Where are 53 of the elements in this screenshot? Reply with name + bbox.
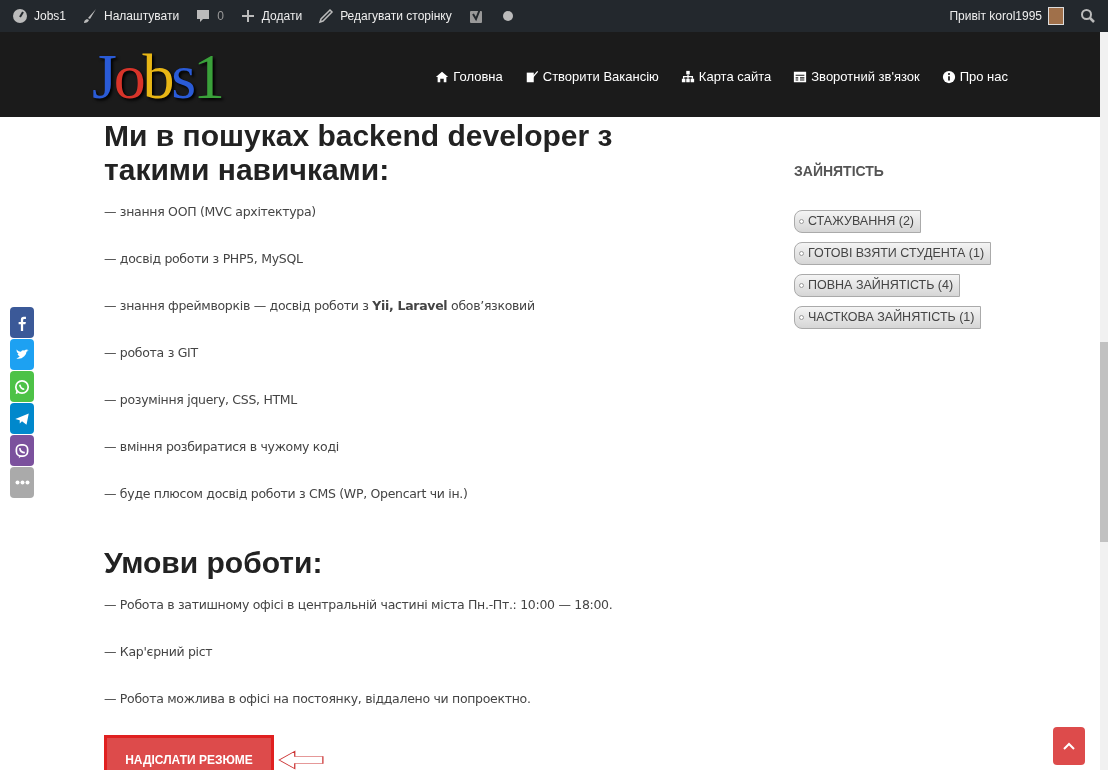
info-icon xyxy=(941,69,956,84)
y-logo-icon[interactable] xyxy=(467,8,484,24)
list-text: — досвід роботи з PHP5, MySQL xyxy=(104,250,304,268)
section-heading: Умови роботи: xyxy=(104,546,324,580)
plus-link[interactable]: Додати xyxy=(239,7,303,25)
nav-link[interactable]: Створити Вакансію xyxy=(524,66,659,87)
ellipsis-icon xyxy=(14,480,30,485)
list-text: — робота з GIT xyxy=(104,344,200,362)
site-link[interactable]: Jobs1 xyxy=(12,7,67,25)
list-text: — розуміння jquery, CSS, HTML xyxy=(104,391,298,409)
tag-link[interactable]: ПОВНА ЗАЙНЯТІСТЬ (4) xyxy=(794,274,961,297)
nav-link[interactable]: Головна xyxy=(435,66,503,87)
list-text: — вміння розбиратися в чужому коді xyxy=(104,438,340,456)
scroll-top-button[interactable] xyxy=(1053,727,1085,765)
nav-link[interactable]: Про нас xyxy=(941,66,1008,87)
twitter-share-button[interactable] xyxy=(10,339,34,370)
apply-button[interactable]: НАДІСЛАТИ РЕЗЮМЕ xyxy=(104,735,274,770)
list-text: — Робота можлива в офісі на постоянку, віддалено чи попроектно. xyxy=(104,690,532,708)
speech-bubble-icon xyxy=(195,8,212,24)
sidebar-title: ЗАЙНЯТІСТЬ xyxy=(794,161,885,181)
section-heading: Ми в пошуках backend developer з такими навичками: xyxy=(104,119,614,187)
note-pencil-icon xyxy=(524,69,539,84)
list-text: — знання фреймворків — досвід роботи з Yii, Laravel обов’язковий xyxy=(104,297,536,315)
avatar-placeholder xyxy=(1048,7,1064,25)
list-card-icon xyxy=(793,69,808,84)
nav-link[interactable]: Карта сайта xyxy=(680,66,772,87)
tag-link[interactable]: ЧАСТКОВА ЗАЙНЯТІСТЬ (1) xyxy=(794,306,982,329)
plus-icon xyxy=(239,8,256,24)
chevron-up-icon xyxy=(1063,742,1075,750)
tag-link[interactable]: СТАЖУВАННЯ (2) xyxy=(794,210,922,233)
house-icon xyxy=(435,69,450,84)
dashboard-icon xyxy=(12,8,28,24)
list-text: — Робота в затишному офісі в центральній частині міста Пн.-Пт.: 10:00 — 18:00. xyxy=(104,596,614,614)
speech-bubble-link[interactable]: 0 xyxy=(195,7,224,25)
list-text: — знання ООП (MVC архітектура) xyxy=(104,203,317,221)
telegram-share-button[interactable] xyxy=(10,403,34,434)
pencil-link[interactable]: Редагувати сторінку xyxy=(318,7,452,25)
viber-share-button[interactable] xyxy=(10,435,34,466)
search-icon[interactable] xyxy=(1080,8,1096,24)
facebook-share-button[interactable] xyxy=(10,307,34,338)
phone-bubble-icon xyxy=(13,441,31,460)
brush-link[interactable]: Налаштувати xyxy=(82,7,180,25)
list-text: — буде плюсом досвід роботи з CMS (WP, Opencart чи ін.) xyxy=(104,485,469,503)
tag-link[interactable]: ГОТОВІ ВЗЯТИ СТУДЕНТА (1) xyxy=(794,242,992,265)
greeting-link[interactable]: Привіт korol1995 xyxy=(949,7,1064,25)
list-text: — Кар'єрний ріст xyxy=(104,643,214,661)
pencil-icon xyxy=(318,8,335,24)
logo[interactable]: Jobs1 xyxy=(92,44,222,109)
phone-bubble-icon xyxy=(13,377,31,396)
scrollbar[interactable] xyxy=(1100,32,1108,770)
nav-link[interactable]: Зворотний зв'язок xyxy=(793,66,920,87)
hierarchy-icon xyxy=(680,69,695,84)
whatsapp-share-button[interactable] xyxy=(10,371,34,402)
